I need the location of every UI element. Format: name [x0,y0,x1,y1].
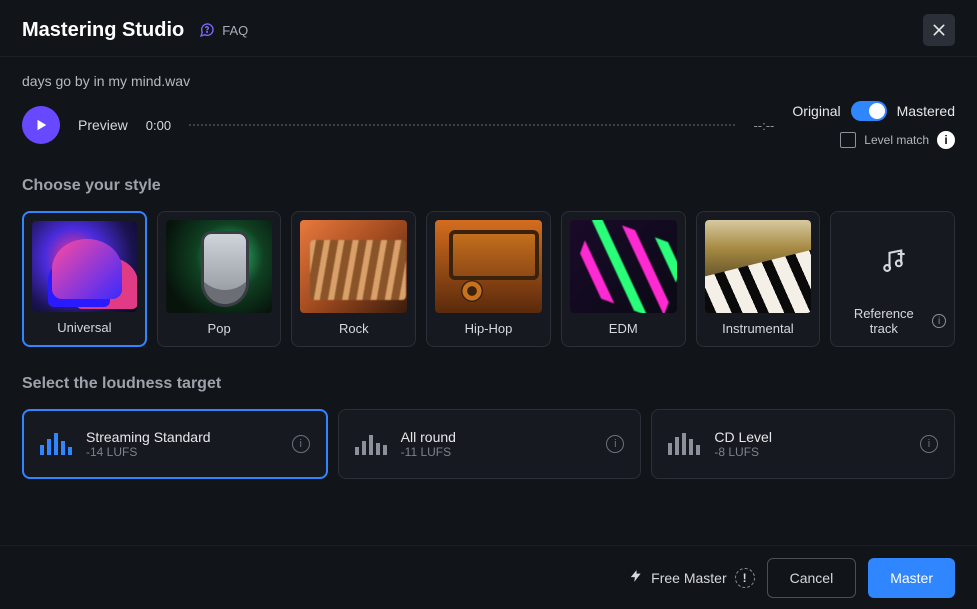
loudness-name: All round [401,429,456,445]
style-label: Universal [57,320,111,335]
original-mastered-toggle-row: Original Mastered [792,101,955,121]
style-label: Rock [339,321,369,336]
style-card-reference-track[interactable]: Reference track i [830,211,955,347]
duration: --:-- [753,118,774,133]
dialog-body: days go by in my mind.wav Preview 0:00 -… [0,57,977,547]
style-label: Pop [208,321,231,336]
file-name: days go by in my mind.wav [22,73,955,89]
compare-controls: Original Mastered Level match i [792,101,955,149]
loudness-card-allround[interactable]: All round -11 LUFS i [338,409,642,479]
equalizer-icon [40,433,72,455]
level-match-info-icon[interactable]: i [937,131,955,149]
style-thumb [300,220,407,313]
loudness-grid: Streaming Standard -14 LUFS i All round … [22,409,955,479]
reference-info-icon[interactable]: i [932,314,946,328]
master-label: Master [890,570,933,586]
reference-track-icon-area [839,220,946,306]
current-time: 0:00 [146,118,171,133]
loudness-lufs: -11 LUFS [401,445,456,459]
bolt-icon [629,568,643,587]
loudness-card-streaming[interactable]: Streaming Standard -14 LUFS i [22,409,328,479]
close-button[interactable] [923,14,955,46]
dialog-footer: Free Master ! Cancel Master [0,545,977,609]
style-card-hiphop[interactable]: Hip-Hop [426,211,551,347]
preview-label: Preview [78,117,128,133]
style-thumb [32,221,137,312]
cancel-label: Cancel [790,570,834,586]
faq-label: FAQ [222,23,248,38]
mastered-label: Mastered [897,103,955,119]
style-label: Hip-Hop [465,321,513,336]
loudness-info-icon[interactable]: i [606,435,624,453]
loudness-name: Streaming Standard [86,429,211,445]
loudness-text: All round -11 LUFS [401,429,456,459]
loudness-section-title: Select the loudness target [22,375,955,393]
loudness-name: CD Level [714,429,772,445]
faq-link[interactable]: FAQ [198,21,248,39]
mastering-studio-dialog: Mastering Studio FAQ days go by in my mi… [0,0,977,609]
equalizer-icon [355,433,387,455]
style-label: EDM [609,321,638,336]
equalizer-icon [668,433,700,455]
preview-row: Preview 0:00 --:-- Original Mastered Lev… [22,101,955,149]
music-note-plus-icon [879,247,907,280]
original-label: Original [792,103,840,119]
loudness-card-cd[interactable]: CD Level -8 LUFS i [651,409,955,479]
chat-question-icon [198,21,216,39]
style-label: Reference track i [839,306,946,336]
loudness-lufs: -8 LUFS [714,445,772,459]
style-thumb [435,220,542,313]
level-match-label: Level match [864,133,929,147]
style-card-rock[interactable]: Rock [291,211,416,347]
loudness-lufs: -14 LUFS [86,445,211,459]
loudness-text: Streaming Standard -14 LUFS [86,429,211,459]
level-match-checkbox[interactable] [840,132,856,148]
dialog-header: Mastering Studio FAQ [0,0,977,57]
style-section-title: Choose your style [22,177,955,195]
dialog-title: Mastering Studio [22,19,184,42]
free-master-label: Free Master [651,570,726,586]
cancel-button[interactable]: Cancel [767,558,857,598]
reference-track-label: Reference track [839,306,928,336]
style-thumb [166,220,273,313]
style-card-instrumental[interactable]: Instrumental [696,211,821,347]
level-match-row: Level match i [840,131,955,149]
loudness-info-icon[interactable]: i [292,435,310,453]
style-grid: Universal Pop Rock Hip-Hop EDM Instrumen… [22,211,955,347]
free-master-indicator: Free Master ! [629,568,754,588]
compare-toggle[interactable] [851,101,887,121]
style-card-universal[interactable]: Universal [22,211,147,347]
credits-warning-icon[interactable]: ! [735,568,755,588]
style-label: Instrumental [722,321,794,336]
seek-track[interactable] [189,124,735,126]
style-thumb [705,220,812,313]
master-button[interactable]: Master [868,558,955,598]
loudness-text: CD Level -8 LUFS [714,429,772,459]
loudness-info-icon[interactable]: i [920,435,938,453]
style-card-pop[interactable]: Pop [157,211,282,347]
style-thumb [570,220,677,313]
play-button[interactable] [22,106,60,144]
style-card-edm[interactable]: EDM [561,211,686,347]
